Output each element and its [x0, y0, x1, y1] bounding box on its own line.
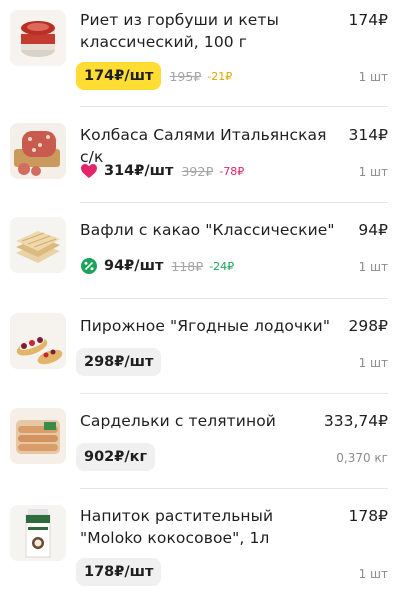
item-quantity: 1 шт [358, 165, 388, 179]
cart-item[interactable]: Пирожное "Ягодные лодочки" 298₽ 298₽/шт … [0, 299, 404, 394]
price-row: 902₽/кг [76, 443, 156, 471]
heart-icon [81, 164, 97, 178]
item-total: 174₽ [348, 11, 388, 29]
cart-item[interactable]: Риет из горбуши и кеты классический, 100… [0, 0, 404, 105]
sausages-icon[interactable] [10, 408, 66, 464]
price-chip: 902₽/кг [76, 443, 156, 471]
price-row: 298₽/шт [76, 348, 162, 376]
cart-item[interactable]: Вафли с какао "Классические" 94₽ 94₽/шт … [0, 203, 404, 299]
berry-tart-icon[interactable] [10, 313, 66, 369]
cart-item[interactable]: Сардельки с телятиной 333,74₽ 902₽/кг 0,… [0, 394, 404, 489]
cart-item[interactable]: Колбаса Салями Итальянская с/к 314₽ 314₽… [0, 107, 404, 203]
item-name: Напиток растительный "Moloko кокосовое",… [80, 507, 274, 547]
percent-badge-icon [81, 258, 97, 274]
item-quantity: 1 шт [358, 356, 388, 370]
discount-amount: -24₽ [209, 259, 235, 273]
item-total: 94₽ [358, 221, 388, 239]
item-quantity: 1 шт [358, 70, 388, 84]
wafers-icon[interactable] [10, 217, 66, 273]
discount-amount: -21₽ [207, 69, 233, 83]
salmon-rillettes-jar-icon[interactable] [10, 10, 66, 66]
item-price: 94₽/шт [104, 258, 164, 274]
coconut-milk-carton-icon[interactable] [10, 505, 66, 561]
price-row: 94₽/шт 118₽ -24₽ [76, 252, 234, 280]
item-quantity: 1 шт [358, 260, 388, 274]
discount-amount: -78₽ [219, 164, 245, 178]
price-chip: 178₽/шт [76, 558, 162, 586]
item-total: 298₽ [348, 317, 388, 335]
price-chip: 298₽/шт [76, 348, 162, 376]
item-quantity: 1 шт [358, 567, 388, 581]
item-name: Пирожное "Ягодные лодочки" [80, 317, 331, 335]
cart-item[interactable]: Напиток растительный "Moloko кокосовое",… [0, 489, 404, 600]
item-total: 178₽ [348, 507, 388, 525]
item-name: Вафли с какао "Классические" [80, 221, 335, 239]
item-quantity: 0,370 кг [336, 451, 388, 465]
price-row: 174₽/шт 195₽ -21₽ [76, 62, 232, 90]
old-price: 195₽ [169, 68, 202, 84]
item-name: Риет из горбуши и кеты классический, 100… [80, 11, 279, 51]
old-price: 118₽ [171, 258, 204, 274]
old-price: 392₽ [181, 163, 214, 179]
price-row: 178₽/шт [76, 558, 162, 586]
item-total: 314₽ [348, 126, 388, 144]
salami-icon[interactable] [10, 123, 66, 179]
price-chip: 174₽/шт [76, 62, 162, 90]
item-name: Сардельки с телятиной [80, 412, 276, 430]
item-total: 333,74₽ [323, 412, 388, 430]
price-row: 314₽/шт 392₽ -78₽ [76, 157, 244, 185]
item-price: 314₽/шт [104, 163, 174, 179]
